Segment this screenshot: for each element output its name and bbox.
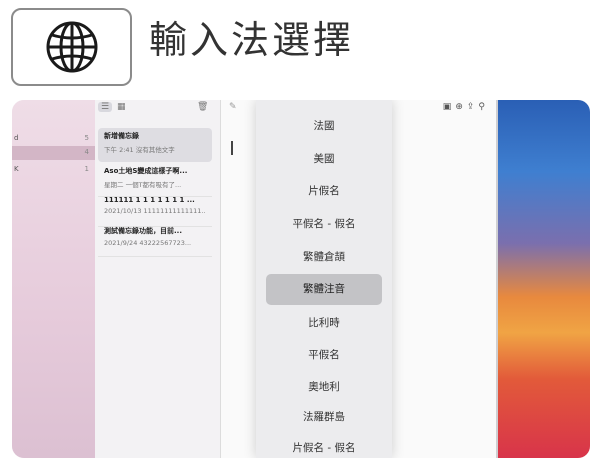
notes-list: ☰ ▦ 🗑 新增備忘錄 下午 2:41 沒有其他文字 Aso土地S變成這樣子啊.… (95, 100, 221, 458)
trash-icon[interactable]: 🗑 (197, 102, 208, 112)
folder-sidebar: d 5 4 K 1 (12, 100, 95, 458)
note-title: Aso土地S變成這樣子啊... (104, 167, 188, 175)
note-title: 新增備忘錄 (104, 132, 139, 140)
list-item[interactable]: 測試備忘錄功能，目前... 2021/9/24 43222567723... (98, 223, 212, 257)
page-title: 輸入法選擇 (149, 18, 355, 62)
input-method-menu: 法國 美國 片假名 平假名 - 假名 繁體倉頡 繁體注音 比利時 平假名 奧地利… (256, 100, 392, 458)
note-title: 測試備忘錄功能，目前... (104, 227, 182, 235)
note-title: 111111 1 1 1 1 1 1 1 ... (104, 196, 195, 204)
menu-item[interactable]: 繁體倉頡 (266, 242, 382, 273)
note-meta: 2021/9/24 43222567723... (104, 239, 192, 247)
gallery-view-icon[interactable]: ▦ (117, 102, 126, 112)
list-item[interactable]: Aso土地S變成這樣子啊... 星期二 一個T都有吸有了... (98, 163, 212, 197)
folder-item[interactable]: K 1 (12, 163, 95, 177)
menu-item[interactable]: 法國 (266, 111, 382, 142)
list-view-icon[interactable]: ☰ (98, 102, 113, 112)
folder-item[interactable]: d 5 (12, 132, 95, 146)
search-icon[interactable]: ⚲ (478, 102, 489, 112)
compose-icon[interactable]: ✎ (229, 102, 237, 112)
note-meta: 2021/10/13 11111111111111... (104, 207, 206, 215)
menu-item-selected[interactable]: 繁體注音 (266, 274, 382, 305)
folder-name: d (14, 134, 19, 142)
desktop-wallpaper (498, 100, 590, 458)
screen-photo: d 5 4 K 1 ☰ ▦ 🗑 新增備忘錄 下午 2:41 沒有其他文字 Aso… (12, 100, 590, 458)
menu-item[interactable]: 比利時 (266, 308, 382, 339)
menu-item[interactable]: 平假名 (266, 340, 382, 371)
folder-name: K (14, 165, 19, 173)
menu-item[interactable]: 片假名 (266, 176, 382, 207)
editor-toolbar: ▣⊕⇪⚲ (443, 102, 489, 112)
globe-key[interactable] (11, 8, 132, 86)
menu-item[interactable]: 奧地利 (266, 372, 382, 403)
menu-item[interactable]: 美國 (266, 144, 382, 175)
menu-item[interactable]: 平假名 - 假名 (266, 209, 382, 240)
menu-item[interactable]: 法羅群島 (266, 402, 382, 433)
share-icon[interactable]: ⇪ (467, 102, 479, 112)
text-cursor (231, 141, 233, 155)
note-meta: 下午 2:41 沒有其他文字 (104, 146, 175, 154)
list-item[interactable]: 111111 1 1 1 1 1 1 1 ... 2021/10/13 1111… (98, 193, 212, 227)
globe-icon (46, 21, 97, 73)
note-meta: 星期二 一個T都有吸有了... (104, 181, 182, 189)
menu-item[interactable]: 片假名 - 假名 (266, 433, 382, 458)
folder-count: 1 (84, 165, 89, 173)
share-collab-icon[interactable]: ⊕ (455, 102, 467, 112)
folder-count: 4 (84, 148, 89, 156)
folder-count: 5 (84, 134, 89, 142)
folder-item-selected[interactable]: 4 (12, 146, 95, 160)
photo-icon[interactable]: ▣ (443, 102, 456, 112)
list-item[interactable]: 新增備忘錄 下午 2:41 沒有其他文字 (98, 128, 212, 162)
